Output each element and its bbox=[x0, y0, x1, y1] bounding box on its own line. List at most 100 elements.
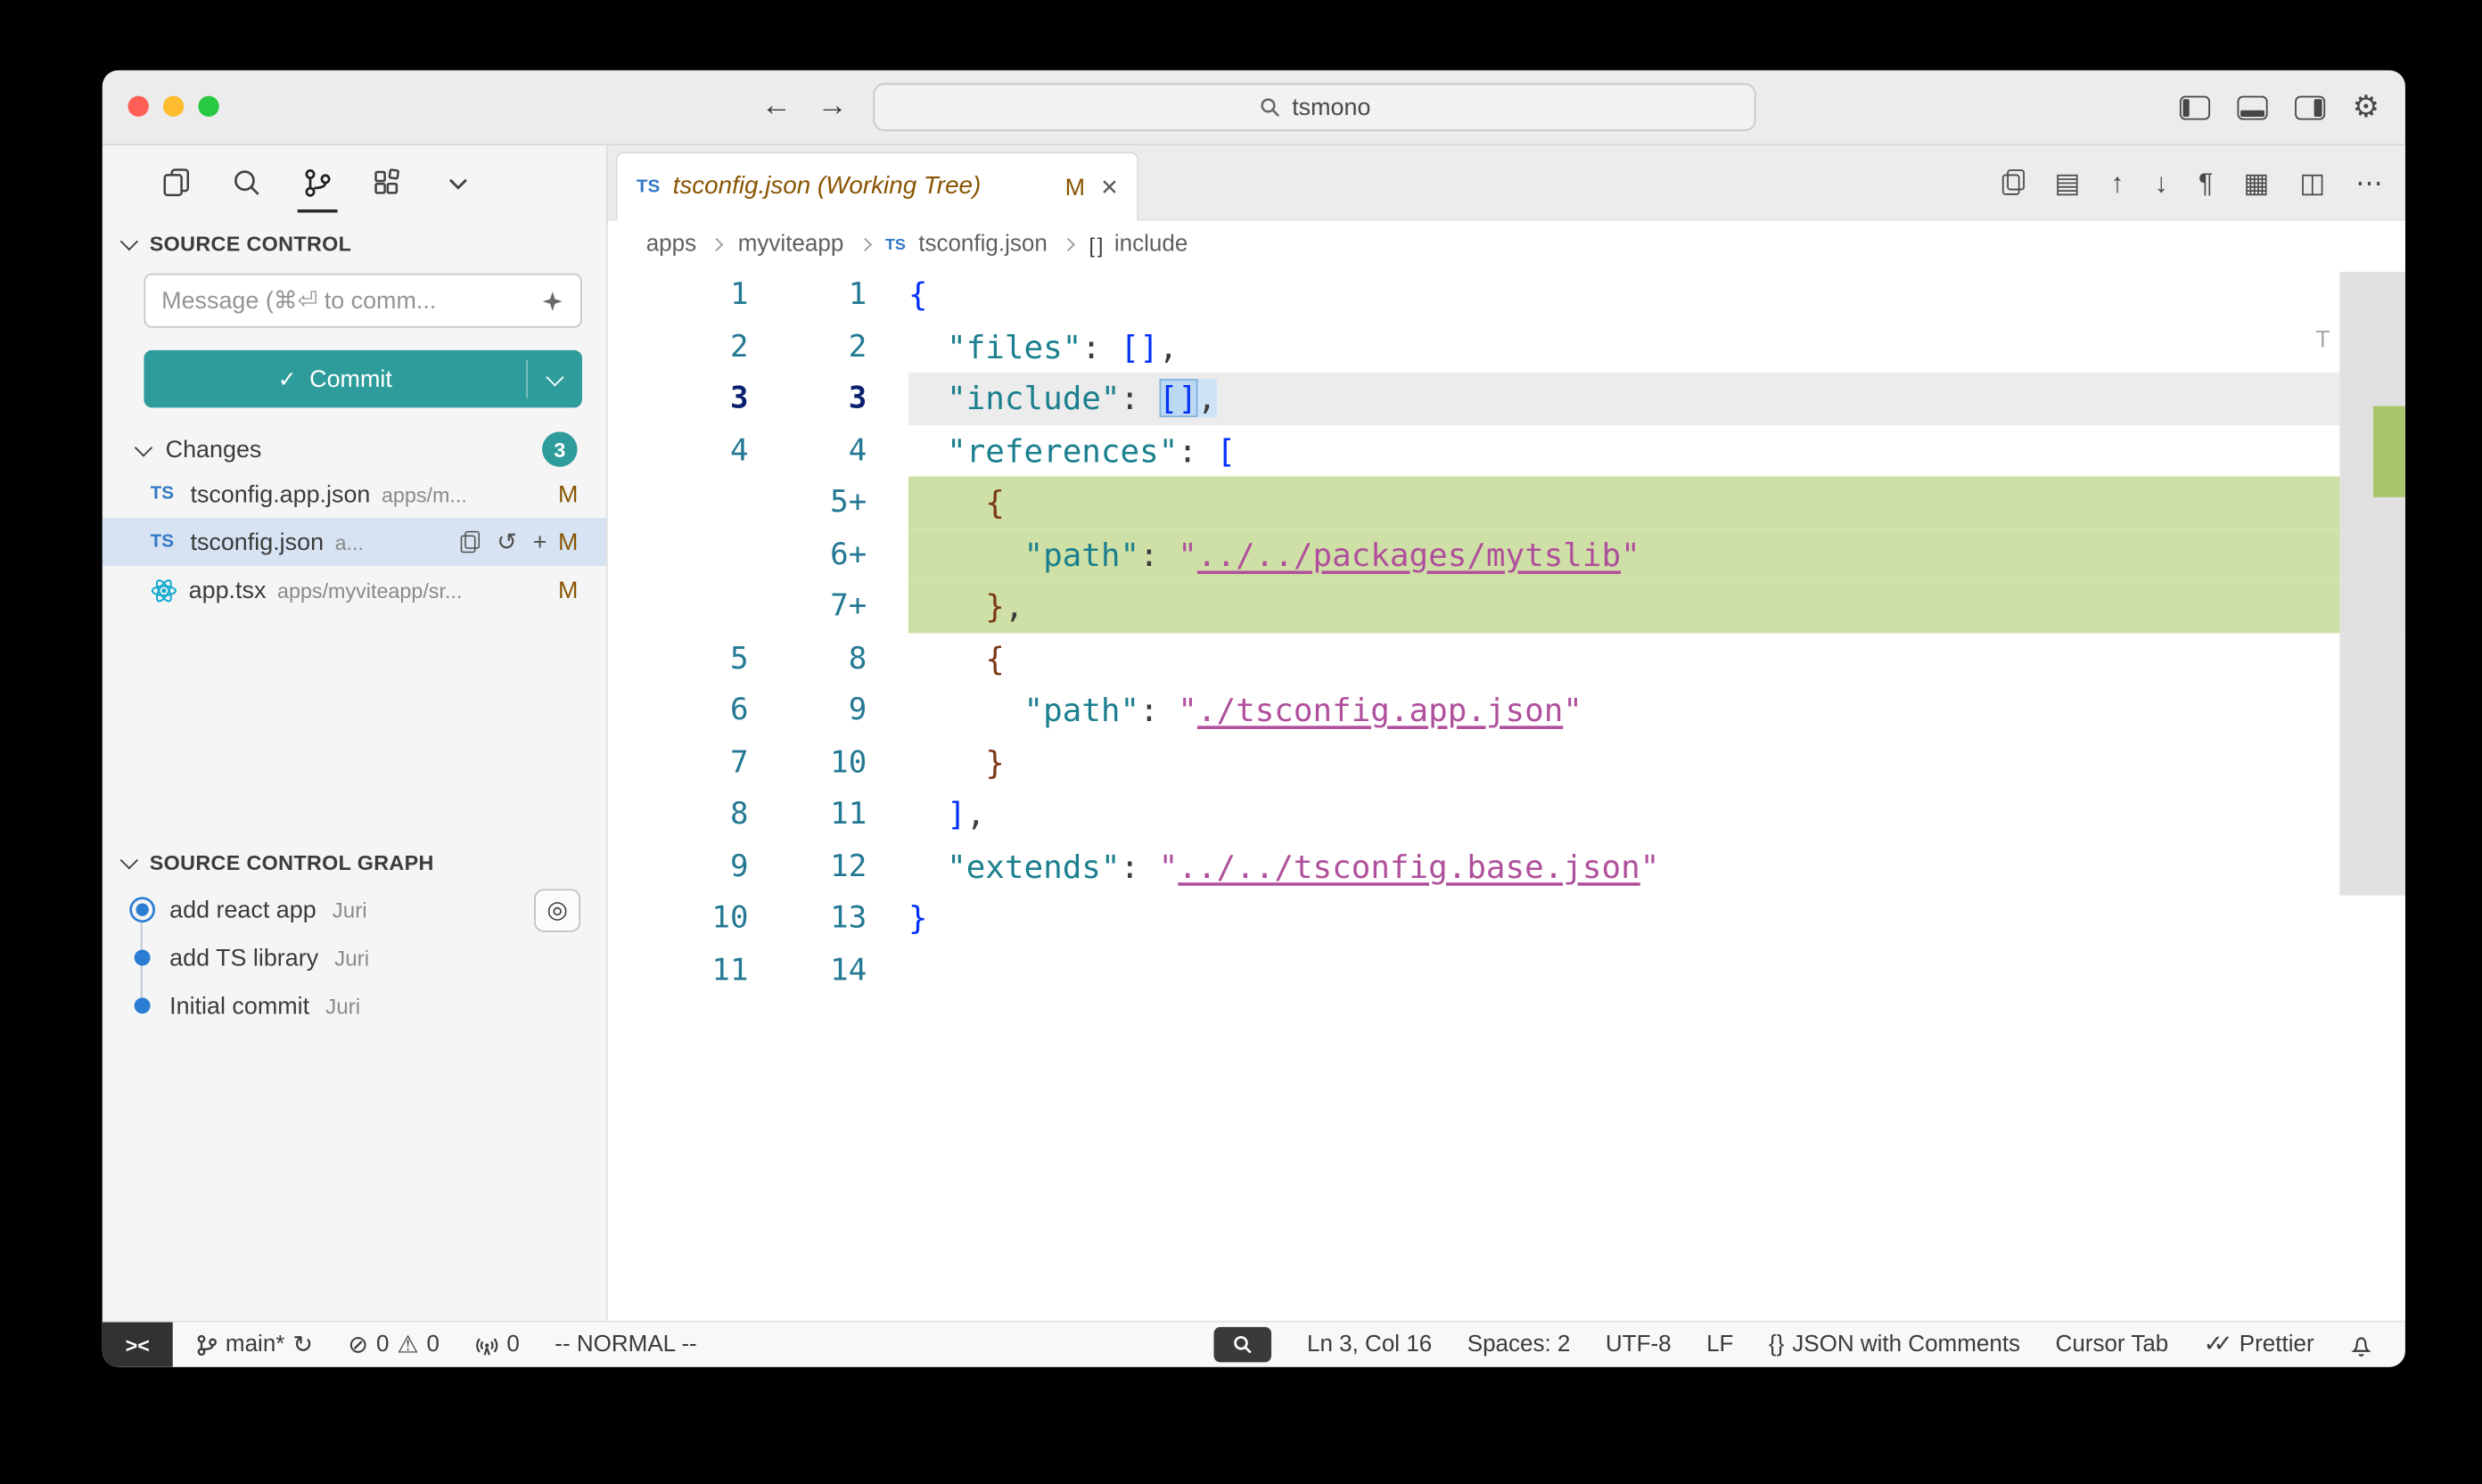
code-line[interactable]: 5+ { bbox=[608, 477, 2405, 529]
magnifier-icon bbox=[1232, 1333, 1254, 1356]
remote-indicator[interactable]: >< bbox=[103, 1322, 173, 1366]
editor-group: TS tsconfig.json (Working Tree) M × ▤ ↑ ↓ ¶… bbox=[608, 145, 2405, 1320]
collapse-chevron-icon bbox=[120, 232, 137, 249]
code-line[interactable]: 11 14 bbox=[608, 944, 2405, 996]
minimize-window-button[interactable] bbox=[163, 96, 184, 117]
zoom-window-button[interactable] bbox=[198, 96, 218, 117]
code-line[interactable]: 4 4 "references": [ bbox=[608, 424, 2405, 476]
commit-dropdown-button[interactable] bbox=[528, 350, 582, 408]
open-file-icon[interactable] bbox=[460, 531, 479, 553]
notebook-icon[interactable]: ▤ bbox=[2054, 168, 2080, 195]
changes-section-row[interactable]: Changes 3 bbox=[103, 429, 606, 471]
commit-row[interactable]: add TS library Juri bbox=[103, 934, 606, 982]
scrollbar-track[interactable] bbox=[2339, 268, 2405, 1320]
code-line[interactable]: 5 8 { bbox=[608, 632, 2405, 684]
language-mode-text: JSON with Comments bbox=[1792, 1332, 2020, 1357]
additional-views-chevron-icon[interactable] bbox=[441, 157, 475, 208]
breadcrumb-include[interactable]: include bbox=[1114, 232, 1188, 258]
new-line-number: 8 bbox=[748, 632, 867, 684]
old-line-number bbox=[608, 477, 749, 529]
stage-icon[interactable]: + bbox=[533, 530, 547, 554]
minimap-text: T bbox=[2315, 326, 2330, 353]
close-window-button[interactable] bbox=[128, 96, 149, 117]
toggle-secondary-sidebar-icon[interactable] bbox=[2295, 95, 2325, 119]
search-icon bbox=[1259, 96, 1281, 119]
split-editor-icon[interactable]: ◫ bbox=[2299, 168, 2325, 195]
typescript-icon: TS bbox=[885, 236, 906, 254]
toggle-panel-icon[interactable] bbox=[2237, 95, 2267, 119]
old-line-number: 7 bbox=[608, 736, 749, 788]
code-text: "include": [], bbox=[908, 373, 2405, 424]
problems-status[interactable]: ⊘ 0 ⚠ 0 bbox=[348, 1332, 440, 1357]
commit-message-input[interactable]: Message (⌘⏎ to comm... bbox=[144, 274, 582, 328]
source-control-view-icon[interactable] bbox=[300, 157, 334, 208]
code-editor[interactable]: 1 1 { 2 2 "files": [], 3 3 "include": []… bbox=[608, 268, 2405, 1320]
zoom-status-badge[interactable] bbox=[1214, 1327, 1272, 1362]
source-control-header[interactable]: SOURCE CONTROL bbox=[103, 219, 606, 267]
encoding-status[interactable]: UTF-8 bbox=[1606, 1332, 1672, 1357]
breadcrumb-tsconfig[interactable]: tsconfig.json bbox=[918, 232, 1048, 258]
file-row[interactable]: TS tsconfig.json a... ↺+ M bbox=[103, 518, 606, 566]
discard-icon[interactable]: ↺ bbox=[497, 530, 517, 554]
cursor-tab-status[interactable]: Cursor Tab bbox=[2056, 1332, 2169, 1357]
file-name: tsconfig.json bbox=[190, 529, 324, 555]
code-line[interactable]: 9 12 "extends": "../../tsconfig.base.jso… bbox=[608, 840, 2405, 892]
cursor-position-status[interactable]: Ln 3, Col 16 bbox=[1307, 1332, 1432, 1357]
settings-gear-icon[interactable]: ⚙ bbox=[2353, 92, 2380, 122]
formatter-status[interactable]: ✓✓ Prettier bbox=[2204, 1332, 2314, 1357]
code-line[interactable]: 6+ "path": "../../packages/mytslib" bbox=[608, 529, 2405, 580]
search-view-icon[interactable] bbox=[230, 157, 264, 208]
forward-icon[interactable]: → bbox=[818, 89, 848, 124]
code-line[interactable]: 7 10 } bbox=[608, 736, 2405, 788]
generate-commit-message-sparkle-icon[interactable] bbox=[540, 289, 564, 313]
nav-down-icon[interactable]: ↓ bbox=[2155, 168, 2168, 195]
nav-up-icon[interactable]: ↑ bbox=[2110, 168, 2124, 195]
breadcrumb-myviteapp[interactable]: myviteapp bbox=[738, 232, 844, 258]
code-line[interactable]: 1 1 { bbox=[608, 268, 2405, 320]
code-line[interactable]: 8 11 ], bbox=[608, 788, 2405, 840]
scrollbar-thumb[interactable] bbox=[2339, 272, 2405, 896]
typescript-icon: TS bbox=[151, 485, 179, 504]
file-row[interactable]: TS tsconfig.app.json apps/m... M bbox=[103, 470, 606, 518]
tab-tsconfig-working-tree[interactable]: TS tsconfig.json (Working Tree) M × bbox=[616, 152, 1139, 220]
code-line[interactable]: 10 13 } bbox=[608, 892, 2405, 944]
back-icon[interactable]: ← bbox=[761, 89, 792, 124]
pilcrow-icon[interactable]: ¶ bbox=[2198, 168, 2213, 195]
commit-dot-icon bbox=[127, 903, 157, 915]
goto-commit-button[interactable]: ◎ bbox=[534, 888, 580, 931]
indentation-status[interactable]: Spaces: 2 bbox=[1467, 1332, 1571, 1357]
commit-button[interactable]: ✓ Commit bbox=[144, 350, 526, 408]
file-path: a... bbox=[335, 530, 448, 554]
tab-bar: TS tsconfig.json (Working Tree) M × ▤ ↑ ↓ ¶… bbox=[608, 145, 2405, 220]
commit-row[interactable]: add react app Juri ◎ bbox=[103, 886, 606, 934]
commit-author: Juri bbox=[333, 898, 367, 922]
breadcrumb-apps[interactable]: apps bbox=[646, 232, 696, 258]
commit-row[interactable]: Initial commit Juri bbox=[103, 981, 606, 1029]
extensions-view-icon[interactable] bbox=[371, 157, 405, 208]
code-line[interactable]: 6 9 "path": "./tsconfig.app.json" bbox=[608, 685, 2405, 736]
old-line-number bbox=[608, 580, 749, 632]
code-line[interactable]: 7+ }, bbox=[608, 580, 2405, 632]
language-mode-status[interactable]: {} JSON with Comments bbox=[1769, 1332, 2020, 1357]
map-icon[interactable]: ▦ bbox=[2243, 168, 2269, 195]
command-center-search[interactable]: tsmono bbox=[873, 83, 1755, 131]
ports-status[interactable]: 0 bbox=[474, 1332, 519, 1357]
branch-status[interactable]: main* ↻ bbox=[195, 1332, 313, 1357]
notifications-bell-icon[interactable] bbox=[2349, 1332, 2373, 1357]
code-line[interactable]: 2 2 "files": [], bbox=[608, 321, 2405, 373]
more-icon[interactable]: ⋯ bbox=[2355, 168, 2382, 195]
file-row[interactable]: TS app.tsx apps/myviteapp/sr... M bbox=[103, 566, 606, 614]
open-changes-icon[interactable] bbox=[2001, 169, 2024, 195]
graph-title: SOURCE CONTROL GRAPH bbox=[150, 849, 434, 873]
source-control-graph-header[interactable]: SOURCE CONTROL GRAPH bbox=[103, 838, 606, 886]
toggle-primary-sidebar-icon[interactable] bbox=[2180, 95, 2210, 119]
explorer-icon[interactable] bbox=[160, 157, 193, 208]
react-icon bbox=[151, 577, 177, 603]
close-tab-icon[interactable]: × bbox=[1101, 173, 1118, 201]
code-text: { bbox=[908, 632, 2405, 684]
code-line[interactable]: 3 3 "include": [], bbox=[608, 373, 2405, 424]
file-name: app.tsx bbox=[189, 577, 267, 603]
vim-mode-indicator[interactable]: -- NORMAL -- bbox=[555, 1332, 696, 1357]
sync-changes-icon[interactable]: ↻ bbox=[292, 1332, 313, 1357]
eol-status[interactable]: LF bbox=[1706, 1332, 1733, 1357]
